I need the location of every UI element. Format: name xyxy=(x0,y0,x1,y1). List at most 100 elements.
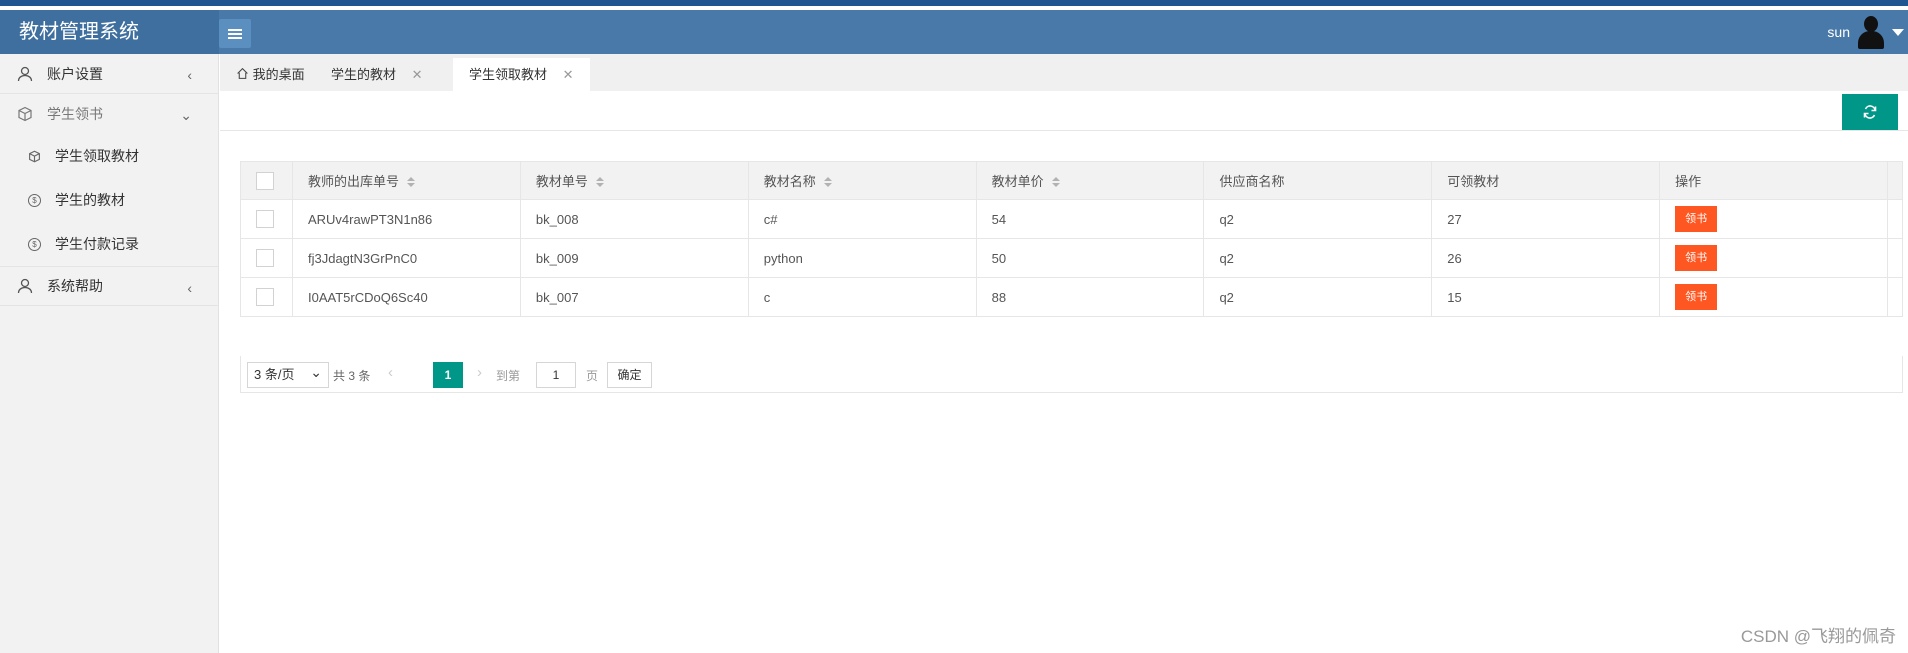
cell-out-no: ARUv4rawPT3N1n86 xyxy=(291,199,521,239)
sort-icon[interactable] xyxy=(823,177,832,188)
sidebar-subitem-label: 学生的教材 xyxy=(55,192,125,208)
pagination: 3 条/页 共 3 条 ‹ 1 › 到第 1 页 确定 xyxy=(240,356,1903,393)
select-all-cell xyxy=(240,161,293,200)
sidebar-item-label: 系统帮助 xyxy=(47,278,103,294)
cell-action: 领书 xyxy=(1659,277,1888,317)
scrollbar-gutter xyxy=(1886,161,1904,200)
cell-available: 26 xyxy=(1431,238,1661,278)
table-row: ARUv4rawPT3N1n86 bk_008 c# 54 q2 27 领书 xyxy=(240,199,1904,239)
close-icon[interactable]: ✕ xyxy=(563,67,574,82)
sidebar: 账户设置 ‹ 学生领书 ⌄ 学生领取教材 $ 学生的教材 $ 学生付款记录 系统… xyxy=(0,54,219,653)
tab-student-books[interactable]: 学生的教材 ✕ xyxy=(315,58,439,91)
user-menu[interactable]: sun xyxy=(1827,10,1908,54)
chevron-left-icon: ‹ xyxy=(187,280,192,296)
cell-book-no: bk_007 xyxy=(519,277,749,317)
scrollbar-gutter xyxy=(1886,238,1904,278)
row-select-cell xyxy=(240,277,293,317)
divider xyxy=(220,130,1908,131)
sidebar-subitem-receive-books[interactable]: 学生领取教材 xyxy=(0,134,218,178)
menu-toggle-button[interactable] xyxy=(219,19,251,48)
sidebar-subitem-payment-records[interactable]: $ 学生付款记录 xyxy=(0,222,218,266)
cell-supplier: q2 xyxy=(1203,238,1433,278)
tab-my-desktop[interactable]: 我的桌面 xyxy=(220,58,321,91)
refresh-button[interactable] xyxy=(1842,94,1898,130)
cell-supplier: q2 xyxy=(1203,277,1433,317)
row-checkbox[interactable] xyxy=(256,210,274,228)
username: sun xyxy=(1827,24,1850,40)
caret-down-icon xyxy=(1892,28,1904,36)
cell-price: 54 xyxy=(975,199,1205,239)
receive-book-button[interactable]: 领书 xyxy=(1675,245,1718,271)
chevron-down-icon: ⌄ xyxy=(180,107,192,123)
cell-action: 领书 xyxy=(1659,238,1888,278)
tab-receive-books[interactable]: 学生领取教材 ✕ xyxy=(453,58,590,91)
page-size-select[interactable]: 3 条/页 xyxy=(247,360,329,388)
receive-book-button[interactable]: 领书 xyxy=(1675,206,1718,232)
table-row: fj3JdagtN3GrPnC0 bk_009 python 50 q2 26 … xyxy=(240,238,1904,278)
sort-icon[interactable] xyxy=(407,177,415,188)
tab-bar: 我的桌面 学生的教材 ✕ 学生领取教材 ✕ xyxy=(220,54,1908,91)
column-header: 可领教材 xyxy=(1431,161,1661,200)
refresh-icon xyxy=(1863,105,1877,119)
user-icon xyxy=(17,66,33,82)
row-checkbox[interactable] xyxy=(256,288,274,306)
cell-name: python xyxy=(747,238,977,278)
prev-page-icon[interactable]: ‹ xyxy=(388,364,393,381)
column-header[interactable]: 教材名称 xyxy=(747,161,977,200)
total-count: 共 3 条 xyxy=(333,369,371,383)
sort-icon[interactable] xyxy=(1051,177,1060,188)
cell-out-no: I0AAT5rCDoQ6Sc40 xyxy=(291,277,521,317)
cube-icon xyxy=(28,150,41,163)
cube-icon xyxy=(17,106,33,122)
column-header[interactable]: 教师的出库单号 xyxy=(291,161,521,200)
chevron-left-icon: ‹ xyxy=(187,67,192,83)
coin-icon: $ xyxy=(28,237,41,251)
cell-book-no: bk_008 xyxy=(519,199,749,239)
cell-available: 27 xyxy=(1431,199,1661,239)
sidebar-subitem-label: 学生付款记录 xyxy=(55,236,139,252)
table-header-row: 教师的出库单号 教材单号 教材名称 教材单价 供应商名称 可领教材 操作 xyxy=(240,161,1904,200)
close-icon[interactable]: ✕ xyxy=(412,67,423,82)
column-header[interactable]: 教材单价 xyxy=(975,161,1205,200)
cell-available: 15 xyxy=(1431,277,1661,317)
next-page-icon[interactable]: › xyxy=(477,364,482,381)
app-title: 教材管理系统 xyxy=(0,10,219,58)
main-content: 教师的出库单号 教材单号 教材名称 教材单价 供应商名称 可领教材 操作 ARU… xyxy=(220,91,1908,653)
app-header: 教材管理系统 sun xyxy=(0,6,1908,58)
sidebar-subitem-label: 学生领取教材 xyxy=(55,148,139,164)
table-row: I0AAT5rCDoQ6Sc40 bk_007 c 88 q2 15 领书 xyxy=(240,277,1904,317)
row-select-cell xyxy=(240,238,293,278)
sidebar-item-label: 账户设置 xyxy=(47,65,103,82)
goto-confirm-button[interactable]: 确定 xyxy=(607,362,652,388)
sidebar-item-account-settings[interactable]: 账户设置 ‹ xyxy=(0,54,218,94)
goto-page-input[interactable]: 1 xyxy=(536,362,576,388)
cell-name: c xyxy=(747,277,977,317)
tab-label: 我的桌面 xyxy=(252,67,305,82)
goto-label: 到第 xyxy=(496,369,521,383)
cell-out-no: fj3JdagtN3GrPnC0 xyxy=(291,238,521,278)
page-unit-label: 页 xyxy=(586,369,599,383)
sidebar-subitem-student-books[interactable]: $ 学生的教材 xyxy=(0,178,218,222)
current-page-button[interactable]: 1 xyxy=(433,362,463,388)
column-header[interactable]: 教材单号 xyxy=(519,161,749,200)
sidebar-item-system-help[interactable]: 系统帮助 ‹ xyxy=(0,266,218,306)
row-select-cell xyxy=(240,199,293,239)
cell-action: 领书 xyxy=(1659,199,1888,239)
hamburger-icon xyxy=(228,28,242,39)
sidebar-item-label: 学生领书 xyxy=(47,106,103,122)
column-header: 供应商名称 xyxy=(1203,161,1433,200)
sort-icon[interactable] xyxy=(595,177,604,188)
watermark: CSDN @飞翔的佩奇 xyxy=(1740,627,1896,646)
select-all-checkbox[interactable] xyxy=(256,171,274,190)
user-icon xyxy=(17,278,33,294)
avatar xyxy=(1856,15,1886,49)
scrollbar-gutter xyxy=(1886,277,1904,317)
receive-book-button[interactable]: 领书 xyxy=(1675,284,1718,310)
cell-price: 88 xyxy=(975,277,1205,317)
coin-icon: $ xyxy=(28,193,41,207)
row-checkbox[interactable] xyxy=(256,249,274,267)
cell-supplier: q2 xyxy=(1203,199,1433,239)
tab-label: 学生的教材 xyxy=(331,67,397,82)
cell-book-no: bk_009 xyxy=(519,238,749,278)
sidebar-item-student-books[interactable]: 学生领书 ⌄ xyxy=(0,94,218,134)
